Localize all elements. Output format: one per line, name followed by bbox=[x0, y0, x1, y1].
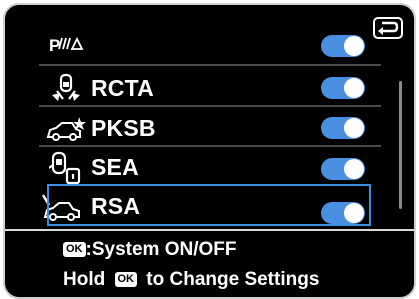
ok-button-icon: OK bbox=[114, 272, 137, 287]
menu-item-label: PKSB bbox=[91, 115, 156, 141]
footer-line-1: OK:System ON/OFF bbox=[63, 239, 236, 261]
safe-exit-assist-icon bbox=[45, 151, 87, 185]
rear-cross-traffic-icon bbox=[45, 73, 87, 105]
hold-text: Hold bbox=[63, 269, 106, 290]
toggle-switch[interactable] bbox=[321, 77, 365, 99]
display-frame: P RCTA PKSB SEA RSA OK:System ON/OFF Ho… bbox=[3, 3, 416, 299]
ok-button-icon: OK bbox=[63, 242, 86, 257]
change-settings-text: to Change Settings bbox=[146, 269, 320, 290]
menu-item-rcta[interactable]: RCTA bbox=[5, 67, 381, 109]
menu-item-p-wave[interactable]: P bbox=[5, 23, 381, 65]
menu-item-sea[interactable]: SEA bbox=[5, 146, 381, 188]
footer-line-2: Hold OK to Change Settings bbox=[63, 269, 319, 291]
footer-help: OK:System ON/OFF Hold OK to Change Setti… bbox=[5, 231, 414, 297]
toggle-switch[interactable] bbox=[321, 35, 365, 57]
menu-item-label: SEA bbox=[91, 154, 139, 180]
settings-menu: P RCTA PKSB SEA RSA bbox=[5, 5, 414, 233]
toggle-switch[interactable] bbox=[321, 117, 365, 139]
system-onoff-text: :System ON/OFF bbox=[85, 239, 237, 260]
p-glyph: P bbox=[49, 36, 60, 55]
parking-support-brake-icon bbox=[45, 113, 87, 145]
p-wave-warning-icon: P bbox=[45, 29, 87, 61]
scrollbar[interactable] bbox=[399, 81, 402, 209]
selection-highlight bbox=[47, 184, 371, 226]
divider bbox=[39, 64, 381, 66]
menu-item-label: RCTA bbox=[91, 75, 154, 101]
toggle-switch[interactable] bbox=[321, 158, 365, 180]
menu-item-pksb[interactable]: PKSB bbox=[5, 107, 381, 149]
